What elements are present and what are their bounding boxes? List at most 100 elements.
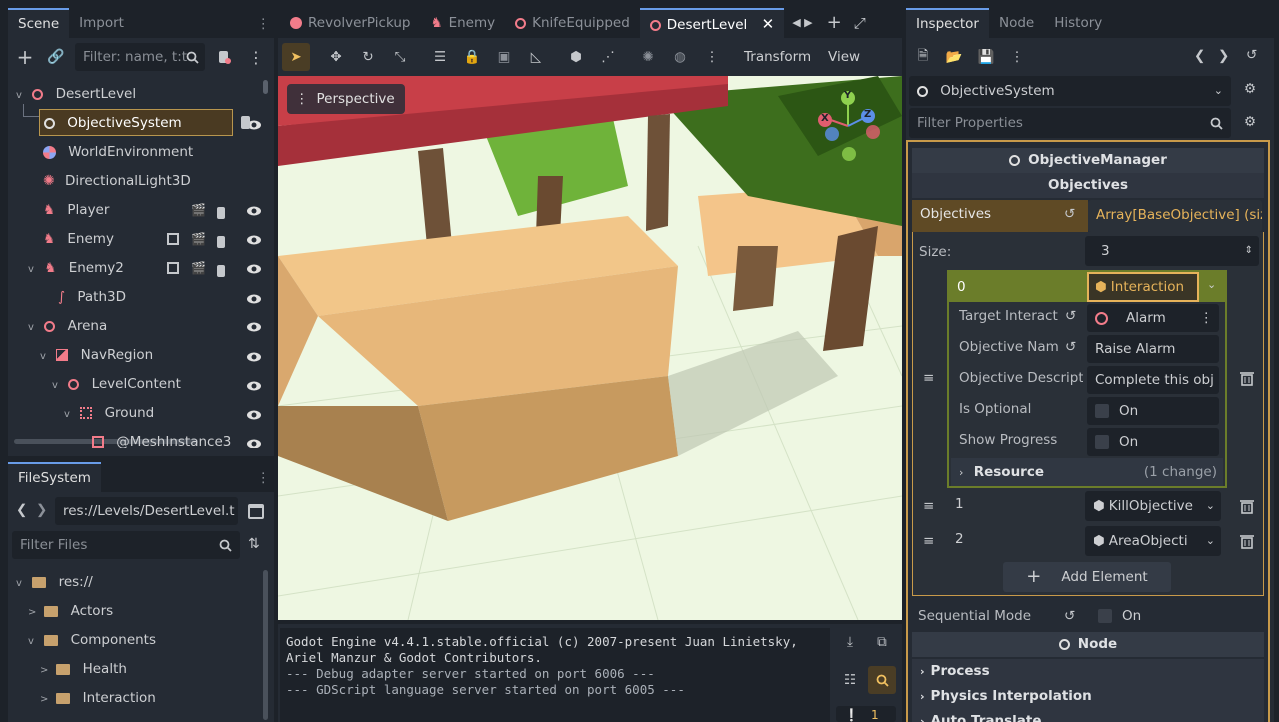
scene-instance-icon[interactable]: 🎬 bbox=[191, 225, 206, 254]
recent-history-icon[interactable]: ↺ bbox=[1246, 47, 1257, 63]
sun-preview-icon[interactable]: ✺ bbox=[634, 43, 662, 71]
tab-inspector[interactable]: Inspector bbox=[906, 8, 989, 38]
tree-row-enemy[interactable]: ♞ Enemy 🎬 bbox=[43, 225, 266, 273]
local-space-icon[interactable]: ⬢ bbox=[562, 43, 590, 71]
output-log[interactable]: Godot Engine v4.4.1.stable.official (c) … bbox=[280, 628, 830, 722]
dock-menu-icon[interactable]: ⋮ bbox=[257, 16, 271, 32]
collapse-icon[interactable]: ☷ bbox=[836, 666, 864, 694]
new-resource-icon[interactable]: 🗎 bbox=[909, 43, 937, 71]
scene-menu-icon[interactable]: ⋮ bbox=[242, 43, 270, 71]
new-tab-icon[interactable]: + bbox=[827, 8, 842, 38]
editable-children-icon[interactable] bbox=[167, 233, 179, 245]
tab-history[interactable]: History bbox=[1044, 8, 1112, 38]
file-tree-scrollbar[interactable] bbox=[263, 570, 268, 720]
distraction-free-icon[interactable]: ⤢ bbox=[854, 8, 866, 38]
chevron-down-icon[interactable]: v bbox=[52, 371, 64, 400]
node-settings-icon[interactable]: ⚙ bbox=[1244, 81, 1256, 97]
chevron-down-icon[interactable]: v bbox=[64, 400, 76, 429]
prop-objective-description-input[interactable]: Complete this obj bbox=[1087, 366, 1219, 394]
tree-row-levelcontent[interactable]: v LevelContent bbox=[52, 370, 266, 419]
tree-row-desertlevel[interactable]: v DesertLevel bbox=[16, 80, 266, 129]
filter-files-input[interactable]: Filter Files bbox=[12, 531, 240, 559]
error-filter-button[interactable]: ❕ 1 bbox=[836, 706, 896, 722]
drag-handle-icon[interactable]: ≡ bbox=[923, 370, 934, 386]
tab-revolverpickup[interactable]: RevolverPickup bbox=[280, 8, 420, 38]
add-node-button[interactable]: + bbox=[11, 43, 39, 71]
clear-output-icon[interactable]: ⤓ bbox=[836, 628, 864, 656]
prop-objective-name-input[interactable]: Raise Alarm bbox=[1087, 335, 1219, 363]
chevron-right-icon[interactable]: > bbox=[28, 598, 40, 627]
tree-row-meshinstance[interactable]: @MeshInstance3 bbox=[92, 428, 266, 448]
group-physics-interpolation[interactable]: › Physics Interpolation bbox=[912, 684, 1264, 709]
link-icon[interactable]: 🔗 bbox=[42, 43, 70, 71]
open-folder-icon[interactable]: 📂 bbox=[940, 43, 968, 71]
back-icon[interactable]: ❮ bbox=[16, 502, 27, 518]
tree-row-ground[interactable]: v Ground bbox=[64, 399, 266, 448]
select-tool-button[interactable]: ➤ bbox=[282, 43, 310, 71]
tree-row-objectivesystem[interactable]: ObjectiveSystem bbox=[39, 109, 233, 136]
split-view-icon[interactable] bbox=[248, 504, 264, 519]
chevron-right-icon[interactable]: > bbox=[40, 685, 52, 714]
list-select-icon[interactable]: ☰ bbox=[426, 43, 454, 71]
tree-row-player[interactable]: ♞ Player 🎬 bbox=[43, 196, 266, 244]
chevron-down-icon[interactable]: v bbox=[16, 569, 28, 598]
chevron-down-icon[interactable]: v bbox=[40, 342, 52, 371]
transform-menu[interactable]: Transform bbox=[744, 38, 811, 76]
tab-scene[interactable]: Scene bbox=[8, 8, 70, 38]
inspector-menu-icon[interactable]: ⋮ bbox=[1003, 43, 1031, 71]
tab-import[interactable]: Import bbox=[69, 8, 134, 38]
revert-icon[interactable]: ↺ bbox=[1065, 308, 1076, 324]
size-spinbox[interactable]: 3 ⇕ bbox=[1085, 236, 1259, 266]
group-header-objectives[interactable]: Objectives bbox=[912, 173, 1264, 198]
scale-tool-icon[interactable]: ⤡ bbox=[386, 43, 414, 71]
script-icon[interactable] bbox=[239, 115, 253, 135]
ruler-icon[interactable]: ◺ bbox=[522, 43, 550, 71]
objectives-array-button[interactable]: Array[BaseObjective] (siz bbox=[1088, 200, 1262, 232]
revert-icon[interactable]: ↺ bbox=[1064, 206, 1075, 222]
tree-row-path3d[interactable]: ∫ Path3D bbox=[58, 283, 266, 331]
tree-row-arena[interactable]: v Arena bbox=[28, 312, 266, 361]
scene-filter-input[interactable]: Filter: name, t:t bbox=[75, 43, 205, 71]
rotate-tool-icon[interactable]: ↻ bbox=[354, 43, 382, 71]
history-forward-icon[interactable]: ❯ bbox=[1218, 48, 1229, 64]
lock-icon[interactable]: 🔒 bbox=[458, 43, 486, 71]
filter-settings-icon[interactable]: ⚙ bbox=[1244, 114, 1256, 130]
history-back-icon[interactable]: ❮ bbox=[1194, 48, 1205, 64]
chevron-down-icon[interactable]: ⌄ bbox=[1206, 526, 1215, 556]
chevron-down-icon[interactable]: v bbox=[28, 255, 40, 284]
tab-scroll-icon[interactable]: ◀ ▶ bbox=[792, 8, 812, 38]
dock-menu-icon[interactable]: ⋮ bbox=[257, 470, 271, 486]
resource-subgroup[interactable]: › Resource (1 change) bbox=[951, 458, 1223, 486]
chevron-right-icon[interactable]: > bbox=[40, 656, 52, 685]
drag-handle-icon[interactable]: ≡ bbox=[923, 533, 934, 549]
path-input[interactable]: res://Levels/DesertLevel.t bbox=[55, 497, 238, 525]
prop-target-interact-value[interactable]: Alarm ⋮ bbox=[1087, 304, 1219, 332]
spin-arrows-icon[interactable]: ⇕ bbox=[1245, 236, 1253, 266]
chevron-down-icon[interactable]: v bbox=[28, 313, 40, 342]
file-row-health[interactable]: > Health bbox=[40, 655, 127, 684]
tab-knifeequipped[interactable]: KnifeEquipped bbox=[505, 8, 640, 38]
element-0-type-button[interactable]: ⬢ Interaction bbox=[1087, 272, 1199, 302]
save-icon[interactable]: 💾 bbox=[972, 43, 1000, 71]
chevron-down-icon[interactable]: v bbox=[16, 81, 28, 110]
scene-instance-icon[interactable]: 🎬 bbox=[191, 196, 206, 225]
filter-properties-input[interactable]: Filter Properties bbox=[909, 108, 1231, 138]
tab-node[interactable]: Node bbox=[989, 8, 1044, 38]
element-0-dropdown-icon[interactable]: ⌄ bbox=[1207, 278, 1216, 291]
scene-instance-icon[interactable]: 🎬 bbox=[191, 254, 206, 283]
close-icon[interactable]: ✕ bbox=[762, 15, 775, 33]
delete-element-1-icon[interactable] bbox=[1239, 498, 1255, 518]
tab-desertlevel[interactable]: DesertLevel ✕ bbox=[639, 8, 785, 38]
group-icon[interactable]: ▣ bbox=[490, 43, 518, 71]
delete-element-2-icon[interactable] bbox=[1239, 533, 1255, 553]
snap-icon[interactable]: ⋰ bbox=[594, 43, 622, 71]
tree-row-worldenvironment[interactable]: WorldEnvironment bbox=[43, 138, 266, 167]
node-selector[interactable]: ObjectiveSystem ⌄ bbox=[909, 76, 1231, 106]
file-row-components[interactable]: v Components bbox=[28, 626, 156, 655]
forward-icon[interactable]: ❯ bbox=[36, 502, 47, 518]
toolbar-menu-icon[interactable]: ⋮ bbox=[698, 43, 726, 71]
file-row-res[interactable]: v res:// bbox=[16, 568, 93, 597]
element-1-type-button[interactable]: ⬢ KillObjective ⌄ bbox=[1085, 491, 1221, 521]
group-process[interactable]: › Process bbox=[912, 659, 1264, 684]
tab-enemy[interactable]: ♞ Enemy bbox=[420, 8, 505, 38]
